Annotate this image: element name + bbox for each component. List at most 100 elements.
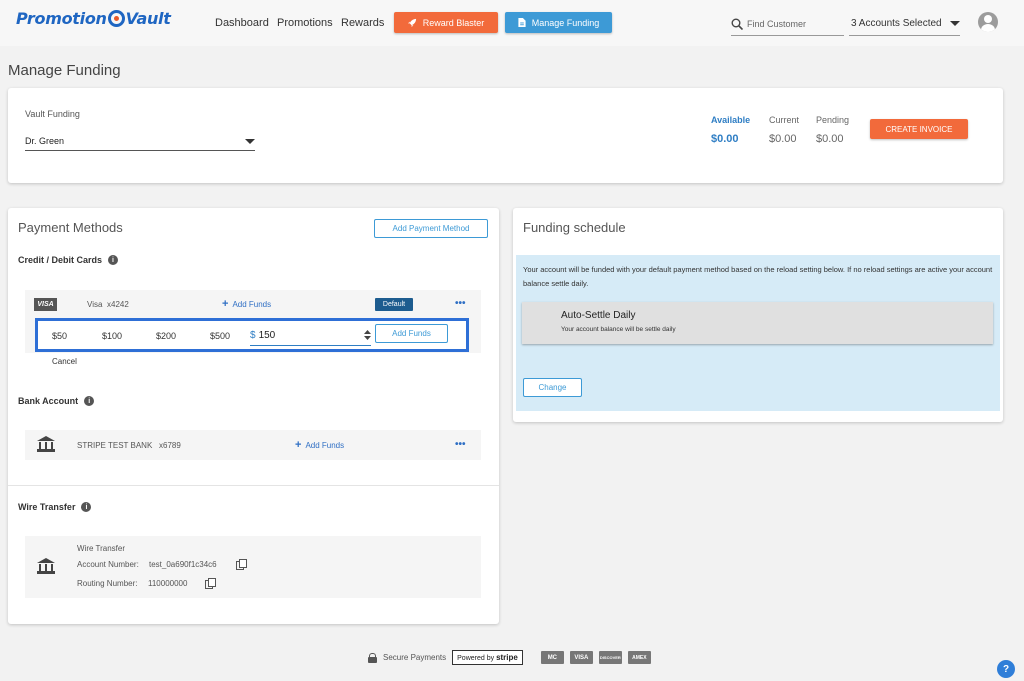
- user-avatar-icon[interactable]: [978, 12, 998, 32]
- discover-icon: DISCOVER: [598, 651, 622, 664]
- amex-icon: AMEX: [627, 651, 651, 664]
- card-add-funds-label: Add Funds: [232, 299, 272, 309]
- nav-dashboard[interactable]: Dashboard: [215, 17, 269, 29]
- info-icon[interactable]: i: [84, 396, 95, 406]
- pending-label: Pending: [816, 115, 850, 125]
- add-funds-amount-panel: $50 $100 $200 $500 $ 150 Add Funds: [35, 318, 469, 352]
- auto-settle-option[interactable]: Auto-Settle Daily Your account balance w…: [522, 302, 993, 344]
- promotion-vault-logo[interactable]: Promotion Vault: [16, 9, 171, 28]
- vault-funding-select[interactable]: Dr. Green: [25, 132, 255, 151]
- info-icon[interactable]: i: [81, 502, 92, 512]
- copy-icon[interactable]: [236, 559, 247, 570]
- add-payment-method-button[interactable]: Add Payment Method: [374, 219, 488, 238]
- card-name: Visa: [87, 300, 103, 309]
- current-label: Current: [769, 115, 800, 125]
- funding-schedule-panel: Your account will be funded with your de…: [516, 255, 1000, 411]
- change-schedule-button[interactable]: Change: [523, 378, 582, 397]
- bank-add-funds-link[interactable]: + Add Funds: [295, 439, 344, 451]
- amount-option-200[interactable]: $200: [156, 331, 176, 341]
- credit-debit-cards-label: Credit / Debit Cards: [18, 255, 103, 265]
- funding-schedule-title: Funding schedule: [523, 220, 626, 235]
- lock-icon: [368, 652, 377, 663]
- bank-more-options-icon[interactable]: •••: [455, 439, 466, 450]
- logo-text-left: Promotion: [16, 9, 107, 28]
- help-button[interactable]: ?: [997, 660, 1015, 678]
- bank-account-heading: Bank Account i: [18, 396, 95, 406]
- bank-icon: [37, 558, 55, 574]
- bank-last4: x6789: [159, 441, 181, 450]
- divider: [8, 485, 499, 486]
- pending-value: $0.00: [816, 133, 844, 145]
- bank-add-funds-label: Add Funds: [305, 440, 345, 450]
- plus-icon: +: [295, 439, 302, 451]
- reward-blaster-label: Reward Blaster: [422, 17, 485, 28]
- account-number-label: Account Number:: [77, 560, 139, 569]
- chevron-down-icon: [950, 21, 960, 26]
- amount-option-500[interactable]: $500: [210, 331, 230, 341]
- visa-card-icon: VISA: [34, 298, 57, 311]
- mastercard-icon: MC: [540, 651, 564, 664]
- bank-icon: [37, 436, 55, 452]
- wire-transfer-label: Wire Transfer: [18, 502, 76, 512]
- nav-rewards[interactable]: Rewards: [341, 17, 384, 29]
- routing-number-label: Routing Number:: [77, 579, 138, 588]
- payment-methods-card: Payment Methods Add Payment Method Credi…: [8, 208, 499, 624]
- vault-funding-card: Vault Funding Dr. Green Available $0.00 …: [8, 88, 1003, 183]
- payment-methods-title: Payment Methods: [18, 220, 123, 235]
- custom-amount-input[interactable]: $ 150: [250, 325, 371, 346]
- current-value: $0.00: [769, 133, 797, 145]
- currency-symbol: $: [250, 329, 256, 341]
- card-add-funds-link[interactable]: + Add Funds: [222, 298, 271, 310]
- auto-settle-title: Auto-Settle Daily: [561, 310, 636, 321]
- custom-amount-value: 150: [258, 329, 276, 341]
- powered-by-stripe-badge: Powered by stripe: [452, 650, 523, 665]
- vault-dial-icon: [107, 10, 125, 27]
- reward-blaster-button[interactable]: Reward Blaster: [394, 12, 498, 33]
- copy-icon[interactable]: [205, 578, 216, 589]
- create-invoice-button[interactable]: CREATE INVOICE: [870, 119, 968, 139]
- default-badge: Default: [375, 298, 413, 311]
- auto-settle-desc: Your account balance will be settle dail…: [561, 326, 676, 333]
- available-value: $0.00: [711, 133, 739, 145]
- number-stepper-icon[interactable]: [364, 330, 371, 340]
- card-last4: x4242: [107, 300, 129, 309]
- search-placeholder: Find Customer: [747, 18, 807, 29]
- accounts-selector[interactable]: 3 Accounts Selected: [849, 12, 960, 36]
- bank-name: STRIPE TEST BANK: [77, 441, 153, 450]
- secure-payments-label: Secure Payments: [383, 653, 447, 662]
- vault-funding-label: Vault Funding: [25, 109, 80, 119]
- amount-option-100[interactable]: $100: [102, 331, 122, 341]
- wire-transfer-heading: Wire Transfer i: [18, 502, 92, 512]
- vault-funding-selected: Dr. Green: [25, 136, 65, 146]
- powered-by-label: Powered by: [457, 655, 495, 662]
- search-icon: [731, 18, 743, 30]
- routing-number-value: 110000000: [148, 579, 188, 588]
- account-number-value: test_0a690f1c34c6: [149, 560, 217, 569]
- funding-schedule-card: Funding schedule Your account will be fu…: [513, 208, 1003, 422]
- manage-funding-button[interactable]: Manage Funding: [505, 12, 612, 33]
- wire-title: Wire Transfer: [77, 544, 126, 553]
- cancel-link[interactable]: Cancel: [52, 357, 77, 366]
- nav-promotions[interactable]: Promotions: [277, 17, 333, 29]
- amount-option-50[interactable]: $50: [52, 331, 67, 341]
- funding-notice: Your account will be funded with your de…: [523, 265, 993, 288]
- find-customer-search[interactable]: Find Customer: [731, 12, 844, 36]
- top-navbar: Promotion Vault Dashboard Promotions Rew…: [0, 0, 1024, 46]
- plus-icon: +: [222, 298, 229, 310]
- visa-icon: VISA: [569, 651, 593, 664]
- rocket-icon: [407, 18, 416, 27]
- chevron-down-icon: [245, 138, 255, 144]
- document-icon: [518, 18, 526, 27]
- available-label: Available: [711, 115, 751, 125]
- manage-funding-label: Manage Funding: [531, 17, 600, 28]
- accounts-selected-label: 3 Accounts Selected: [851, 18, 942, 29]
- logo-text-right: Vault: [125, 9, 171, 28]
- page-title: Manage Funding: [8, 62, 121, 79]
- card-more-options-icon[interactable]: •••: [455, 298, 466, 309]
- info-icon[interactable]: i: [108, 255, 119, 265]
- bank-account-label: Bank Account: [18, 396, 79, 406]
- add-funds-submit-button[interactable]: Add Funds: [375, 324, 448, 343]
- secure-payments-footer: Secure Payments Powered by stripe MC VIS…: [368, 650, 651, 665]
- credit-debit-cards-heading: Credit / Debit Cards i: [18, 255, 119, 265]
- stripe-label: stripe: [496, 653, 518, 662]
